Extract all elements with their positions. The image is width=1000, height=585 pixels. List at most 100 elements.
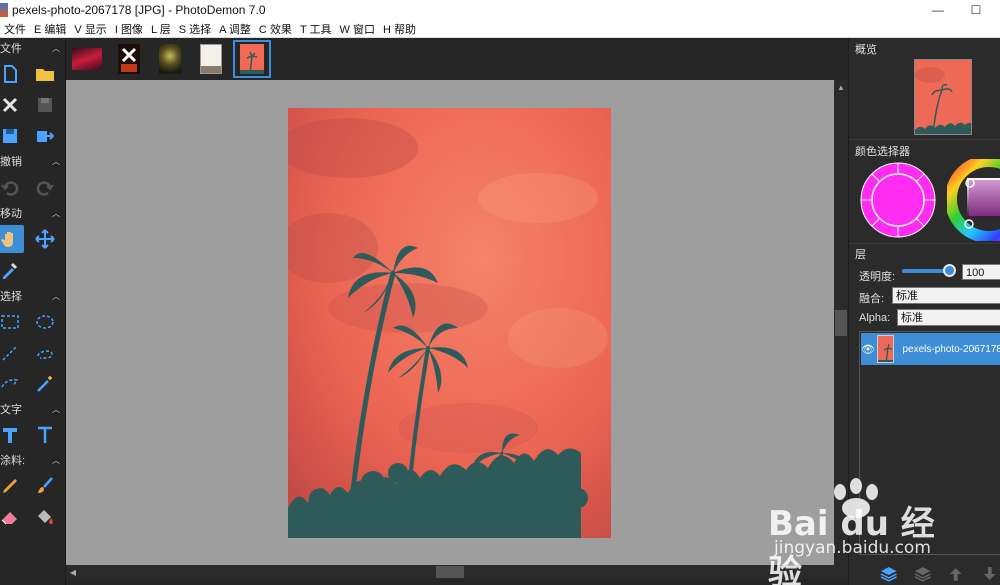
lasso-icon xyxy=(37,350,53,359)
polygon-select-button[interactable] xyxy=(0,370,24,398)
blend-mode-select[interactable]: 标准 xyxy=(892,287,1000,304)
overview-thumbnail[interactable] xyxy=(914,59,972,135)
section-file[interactable]: 文件 ︿ xyxy=(0,40,66,56)
section-select[interactable]: 选择 ︿ xyxy=(0,288,66,304)
menu-adjust[interactable]: A 调整 xyxy=(215,21,255,37)
menu-layer[interactable]: L 层 xyxy=(147,21,175,37)
chevron-down-icon: ︿ xyxy=(52,455,60,465)
vertical-scrollbar[interactable]: ▲ xyxy=(834,80,848,565)
menu-help[interactable]: H 帮助 xyxy=(379,21,420,37)
panel-divider xyxy=(849,243,1000,244)
canvas-image[interactable] xyxy=(288,108,611,538)
alpha-mode-select[interactable]: 标准 xyxy=(897,309,1000,326)
overview-image xyxy=(915,60,971,134)
image-tab-thumbnail xyxy=(72,48,102,70)
overview-title: 概览 xyxy=(855,44,877,56)
chevron-down-icon: ︿ xyxy=(52,404,60,414)
layer-item[interactable]: 👁 pexels-photo-2067178 xyxy=(861,333,1000,365)
fill-tool-button[interactable] xyxy=(31,503,59,531)
opacity-input[interactable]: 100 xyxy=(962,264,1000,280)
image-tab-5[interactable] xyxy=(233,40,271,78)
eye-icon[interactable]: 👁 xyxy=(861,343,875,356)
canvas-area[interactable] xyxy=(66,80,834,565)
eraser-tool-button[interactable] xyxy=(0,503,24,531)
section-move[interactable]: 移动 ︿ xyxy=(0,205,66,221)
eyedropper-icon xyxy=(3,262,18,279)
text-bold-icon xyxy=(3,428,17,443)
status-bar xyxy=(66,579,848,585)
move-layer-up-icon[interactable] xyxy=(946,565,966,583)
toolbox: 文件 ︿ 撤销 ︿ 移动 ︿ 选择 ︿ 文字 ︿ 涂料: ︿ xyxy=(0,38,66,585)
chevron-down-icon: ︿ xyxy=(52,156,60,166)
horizontal-scroll-thumb[interactable] xyxy=(436,566,464,578)
new-file-icon xyxy=(4,65,17,83)
magic-wand-icon xyxy=(37,376,52,392)
scroll-left-icon[interactable]: ◀ xyxy=(66,565,80,579)
horizontal-scrollbar[interactable]: ◀ xyxy=(66,565,848,579)
image-tab-2[interactable] xyxy=(111,41,147,77)
undo-icon xyxy=(1,181,19,196)
close-icon xyxy=(2,97,18,113)
eyedropper-tool-button[interactable] xyxy=(0,256,24,284)
redo-button[interactable] xyxy=(31,173,59,201)
section-text[interactable]: 文字 ︿ xyxy=(0,401,66,417)
menu-select[interactable]: S 选择 xyxy=(175,21,215,37)
hue-wheel[interactable] xyxy=(947,159,1000,241)
open-file-button[interactable] xyxy=(31,60,59,88)
pencil-icon xyxy=(3,479,17,493)
save-button[interactable] xyxy=(31,91,59,119)
alpha-label: Alpha: xyxy=(859,312,891,324)
move-icon xyxy=(35,229,55,249)
move-tool-button[interactable] xyxy=(31,225,59,253)
menu-edit[interactable]: E 编辑 xyxy=(30,21,70,37)
menu-view[interactable]: V 显示 xyxy=(70,21,110,37)
save-icon xyxy=(38,98,52,112)
ellipse-select-button[interactable] xyxy=(31,308,59,336)
chevron-down-icon: ︿ xyxy=(52,208,60,218)
menu-effects[interactable]: C 效果 xyxy=(255,21,296,37)
line-select-button[interactable] xyxy=(0,339,24,367)
line-select-icon xyxy=(2,345,18,361)
magic-wand-button[interactable] xyxy=(31,370,59,398)
vertical-scroll-thumb[interactable] xyxy=(835,310,847,336)
menu-window[interactable]: W 窗口 xyxy=(336,21,379,37)
scroll-up-icon[interactable]: ▲ xyxy=(834,80,848,94)
folder-icon xyxy=(36,69,54,81)
minimize-button[interactable]: — xyxy=(918,0,958,20)
brush-tool-button[interactable] xyxy=(31,472,59,500)
opacity-slider-handle[interactable] xyxy=(943,264,956,277)
pencil-tool-button[interactable] xyxy=(0,472,24,500)
hand-tool-button[interactable] xyxy=(0,225,24,253)
primary-color-swatch[interactable] xyxy=(859,161,937,239)
layer-list[interactable]: 👁 pexels-photo-2067178 xyxy=(859,331,1000,555)
section-paint[interactable]: 涂料: ︿ xyxy=(0,452,66,468)
brush-icon xyxy=(38,477,53,493)
save-as-button[interactable] xyxy=(0,122,24,150)
image-tab-strip xyxy=(66,38,848,80)
chevron-down-icon: ︿ xyxy=(52,291,60,301)
right-panel: 概览 颜色选择器 层 透明度: 100 融合: 标准 Alpha: 标准 👁 p… xyxy=(848,38,1000,585)
export-button[interactable] xyxy=(31,122,59,150)
close-file-button[interactable] xyxy=(0,91,24,119)
maximize-button[interactable]: ☐ xyxy=(956,0,996,20)
typography-tool-button[interactable] xyxy=(31,421,59,449)
new-file-button[interactable] xyxy=(0,60,24,88)
menu-file[interactable]: 文件 xyxy=(0,21,30,37)
menu-image[interactable]: I 图像 xyxy=(111,21,147,37)
rect-select-button[interactable] xyxy=(0,308,24,336)
window-title: pexels-photo-2067178 [JPG] - PhotoDemon … xyxy=(12,3,266,17)
lasso-select-button[interactable] xyxy=(31,339,59,367)
title-bar: pexels-photo-2067178 [JPG] - PhotoDemon … xyxy=(0,0,1000,20)
panel-divider xyxy=(849,139,1000,140)
move-layer-down-icon[interactable] xyxy=(980,565,1000,583)
section-undo[interactable]: 撤销 ︿ xyxy=(0,153,66,169)
image-tab-4[interactable] xyxy=(193,41,229,77)
blend-label: 融合: xyxy=(859,293,885,305)
layers-add-icon[interactable] xyxy=(879,565,899,583)
menu-tools[interactable]: T 工具 xyxy=(296,21,336,37)
image-tab-1[interactable] xyxy=(69,41,105,77)
image-tab-3[interactable] xyxy=(152,41,188,77)
undo-button[interactable] xyxy=(0,173,24,201)
layers-icon[interactable] xyxy=(913,565,933,583)
text-tool-button[interactable] xyxy=(0,421,24,449)
